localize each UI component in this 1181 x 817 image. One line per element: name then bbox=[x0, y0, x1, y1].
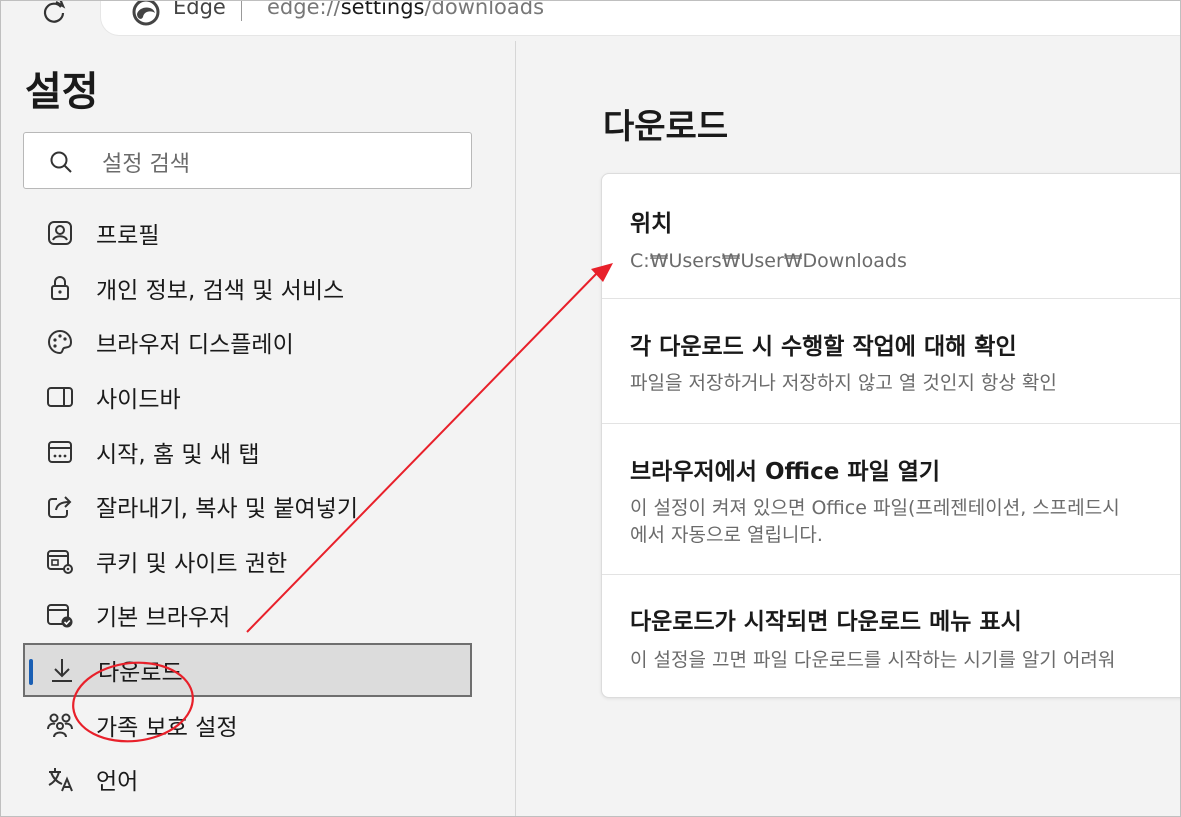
address-bar[interactable] bbox=[101, 1, 1180, 35]
setting-open-office-files[interactable]: 브라우저에서 Office 파일 열기 이 설정이 켜져 있으면 Office … bbox=[602, 424, 1180, 575]
search-placeholder: 설정 검색 bbox=[102, 152, 190, 177]
sidebar-item-label: 쿠키 및 사이트 권한 bbox=[96, 550, 288, 577]
setting-value: C:₩Users₩User₩Downloads bbox=[630, 250, 907, 272]
sidebar-item-label: 다운로드 bbox=[98, 660, 183, 687]
sidebar-item-share-copy-paste[interactable]: 잘라내기, 복사 및 붙여넣기 bbox=[23, 479, 472, 534]
section-title: 다운로드 bbox=[603, 107, 729, 147]
share-icon bbox=[45, 491, 75, 521]
sidebar-item-label: 잘라내기, 복사 및 붙여넣기 bbox=[96, 496, 359, 523]
home-tab-icon bbox=[45, 437, 75, 467]
url-prefix: edge:// bbox=[267, 0, 341, 19]
profile-icon bbox=[45, 218, 75, 248]
sidebar-item-label: 프로필 bbox=[96, 223, 160, 250]
sidebar-item-language[interactable]: 언어 bbox=[23, 752, 472, 807]
default-browser-icon bbox=[45, 600, 75, 630]
setting-show-downloads-menu[interactable]: 다운로드가 시작되면 다운로드 메뉴 표시 이 설정을 끄면 파일 다운로드를 … bbox=[602, 575, 1180, 699]
setting-title: 각 다운로드 시 수행할 작업에 대해 확인 bbox=[630, 334, 1017, 360]
palette-icon bbox=[45, 327, 75, 357]
lock-icon bbox=[45, 273, 75, 303]
settings-window: Edge edge://settings/downloads 설정 설정 검색 … bbox=[0, 0, 1181, 817]
toolbar: Edge edge://settings/downloads bbox=[1, 0, 1180, 41]
cookie-settings-icon bbox=[45, 546, 75, 576]
setting-title: 위치 bbox=[630, 211, 673, 237]
downloads-settings-card: 위치 C:₩Users₩User₩Downloads 각 다운로드 시 수행할 … bbox=[601, 173, 1180, 699]
page-title: 설정 bbox=[25, 69, 99, 115]
search-input[interactable]: 설정 검색 bbox=[23, 132, 472, 189]
setting-desc: 이 설정을 끄면 파일 다운로드를 시작하는 시기를 알기 어려워 bbox=[630, 649, 1116, 671]
address-separator bbox=[241, 1, 242, 21]
sidebar-item-profile[interactable]: 프로필 bbox=[23, 206, 472, 261]
sidebar-icon bbox=[45, 382, 75, 412]
url-host: settings bbox=[340, 0, 425, 19]
pane-divider bbox=[515, 41, 516, 816]
sidebar-item-label: 기본 브라우저 bbox=[96, 605, 231, 632]
sidebar-item-label: 시작, 홈 및 새 탭 bbox=[96, 441, 260, 468]
sidebar-item-downloads[interactable]: 다운로드 bbox=[23, 642, 472, 698]
sidebar-item-privacy[interactable]: 개인 정보, 검색 및 서비스 bbox=[23, 261, 472, 316]
sidebar-item-sidebar[interactable]: 사이드바 bbox=[23, 370, 472, 425]
setting-desc: 이 설정이 켜져 있으면 Office 파일(프레젠테이션, 스프레드시 bbox=[630, 497, 1120, 519]
setting-title: 다운로드가 시작되면 다운로드 메뉴 표시 bbox=[630, 609, 1022, 635]
url-text[interactable]: edge://settings/downloads bbox=[267, 0, 545, 19]
active-indicator bbox=[29, 658, 33, 685]
refresh-icon[interactable] bbox=[37, 1, 71, 29]
download-icon bbox=[47, 655, 77, 685]
language-icon bbox=[45, 764, 75, 794]
setting-location[interactable]: 위치 C:₩Users₩User₩Downloads bbox=[602, 174, 1180, 299]
sidebar-item-cookies-permissions[interactable]: 쿠키 및 사이트 권한 bbox=[23, 534, 472, 589]
family-icon bbox=[45, 710, 75, 740]
sidebar-item-label: 언어 bbox=[96, 769, 139, 796]
setting-desc-line2: 에서 자동으로 열립니다. bbox=[630, 524, 823, 546]
sidebar-item-label: 사이드바 bbox=[96, 387, 181, 414]
sidebar-item-label: 브라우저 디스플레이 bbox=[96, 332, 294, 359]
edge-logo-icon bbox=[131, 1, 161, 27]
browser-name: Edge bbox=[173, 0, 226, 19]
sidebar-item-appearance[interactable]: 브라우저 디스플레이 bbox=[23, 315, 472, 370]
sidebar-item-label: 가족 보호 설정 bbox=[96, 714, 238, 741]
setting-ask-where-to-save[interactable]: 각 다운로드 시 수행할 작업에 대해 확인 파일을 저장하거나 저장하지 않고… bbox=[602, 299, 1180, 424]
sidebar-item-label: 개인 정보, 검색 및 서비스 bbox=[96, 277, 345, 304]
url-path: /downloads bbox=[424, 0, 545, 19]
setting-desc: 파일을 저장하거나 저장하지 않고 열 것인지 항상 확인 bbox=[630, 372, 1057, 394]
setting-title: 브라우저에서 Office 파일 열기 bbox=[630, 459, 941, 485]
sidebar-nav: 프로필 개인 정보, 검색 및 서비스 브라우저 디스플레이 사이드바 시작, … bbox=[23, 206, 472, 807]
search-icon bbox=[48, 149, 74, 175]
sidebar-item-start-home[interactable]: 시작, 홈 및 새 탭 bbox=[23, 424, 472, 479]
sidebar-item-family[interactable]: 가족 보호 설정 bbox=[23, 697, 472, 752]
sidebar-item-default-browser[interactable]: 기본 브라우저 bbox=[23, 588, 472, 643]
